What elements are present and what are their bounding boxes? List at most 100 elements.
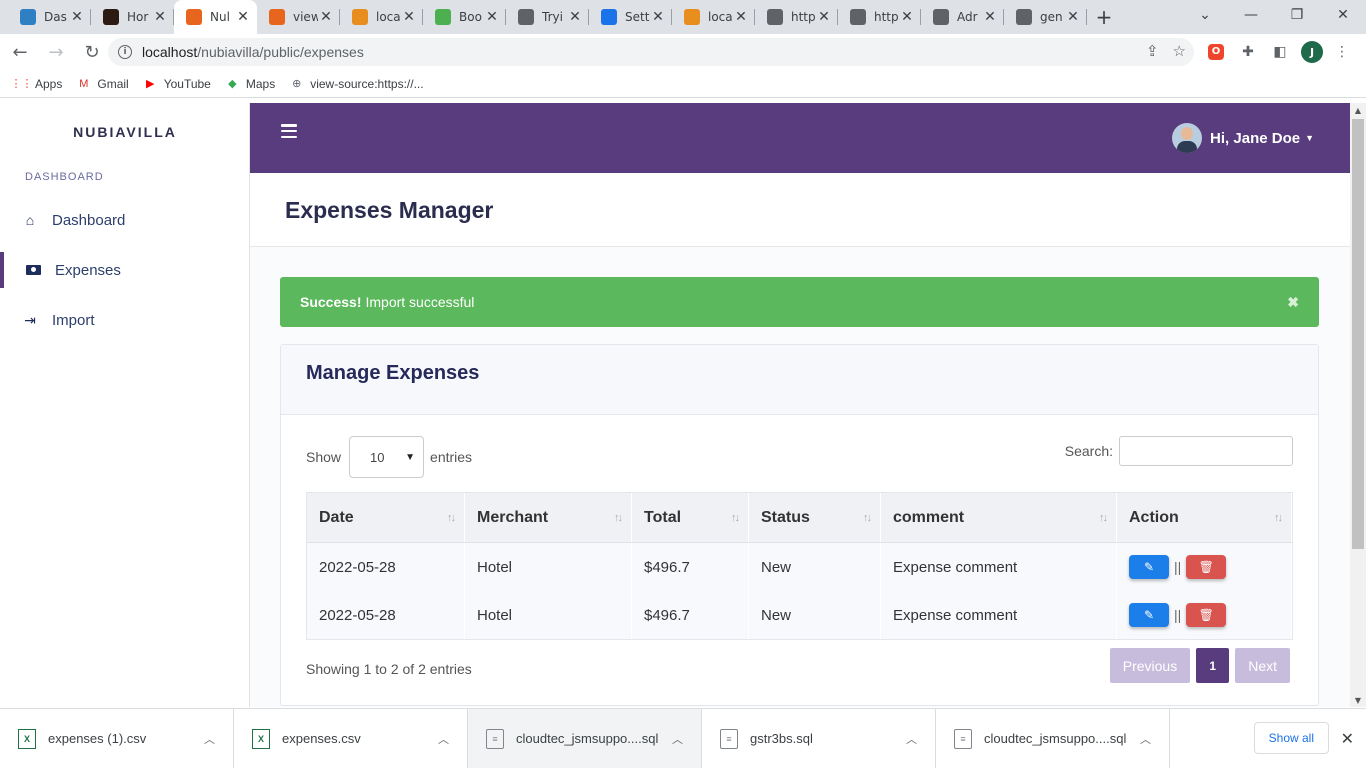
- download-item[interactable]: ≡ gstr3bs.sql ︿: [702, 708, 936, 768]
- page-length-select[interactable]: 10 ▼: [349, 436, 425, 478]
- scroll-down-arrow[interactable]: ▼: [1350, 693, 1366, 707]
- sidebar-section-label: DASHBOARD: [25, 171, 104, 183]
- bookmark-item[interactable]: ⋮⋮ Apps: [11, 76, 63, 91]
- browser-tab[interactable]: http ✕: [838, 0, 921, 34]
- forward-icon[interactable]: →: [40, 36, 72, 68]
- close-tab-icon[interactable]: ✕: [401, 9, 417, 25]
- close-download-shelf-icon[interactable]: ✕: [1341, 729, 1354, 749]
- site-info-icon[interactable]: i: [118, 45, 132, 59]
- user-menu[interactable]: Hi, Jane Doe ▼: [1172, 123, 1314, 153]
- browser-tab[interactable]: Boo ✕: [423, 0, 506, 34]
- download-item[interactable]: ≡ cloudtec_jsmsuppo....sql ︿: [936, 708, 1170, 768]
- download-item[interactable]: Xexpenses.csv ︿: [234, 708, 468, 768]
- sidebar-item-dashboard[interactable]: ⌂ Dashboard: [0, 202, 249, 238]
- page-header: Expenses Manager: [250, 173, 1350, 247]
- browser-tab[interactable]: Das ✕: [8, 0, 91, 34]
- bookmark-star-icon[interactable]: ☆: [1173, 42, 1186, 60]
- browser-tab[interactable]: loca ✕: [340, 0, 423, 34]
- browser-tab[interactable]: Sett ✕: [589, 0, 672, 34]
- delete-button[interactable]: 🗑: [1186, 603, 1227, 627]
- close-tab-icon[interactable]: ✕: [235, 9, 251, 25]
- menu-kebab-icon[interactable]: ⋮: [1332, 42, 1352, 62]
- column-header-date[interactable]: Date ↑↓: [307, 493, 465, 542]
- chevron-up-icon[interactable]: ︿: [672, 731, 683, 747]
- maximize-button[interactable]: ❐: [1274, 0, 1320, 30]
- previous-page-button[interactable]: Previous: [1109, 648, 1191, 683]
- scroll-thumb[interactable]: [1352, 119, 1364, 549]
- chevron-up-icon[interactable]: ︿: [1140, 731, 1151, 747]
- chevron-up-icon[interactable]: ︿: [438, 731, 449, 747]
- close-tab-icon[interactable]: ✕: [816, 9, 832, 25]
- close-tab-icon[interactable]: ✕: [650, 9, 666, 25]
- chevron-up-icon[interactable]: ︿: [204, 731, 215, 747]
- close-tab-icon[interactable]: ✕: [899, 9, 915, 25]
- browser-tab[interactable]: Tryi ✕: [506, 0, 589, 34]
- column-header-comment[interactable]: comment ↑↓: [881, 493, 1117, 542]
- download-filename: expenses.csv: [282, 731, 361, 746]
- alert-strong: Success!: [300, 294, 362, 310]
- side-panel-icon[interactable]: ◧: [1270, 42, 1290, 62]
- sidebar: NUBIAVILLA DASHBOARD ⌂ Dashboard Expense…: [0, 103, 250, 707]
- close-tab-icon[interactable]: ✕: [733, 9, 749, 25]
- close-window-button[interactable]: ✕: [1320, 0, 1366, 30]
- browser-tab[interactable]: gen ✕: [1004, 0, 1087, 34]
- edit-icon: ✎: [1143, 560, 1155, 574]
- browser-tab[interactable]: Hor ✕: [91, 0, 174, 34]
- browser-tab[interactable]: view ✕: [257, 0, 340, 34]
- column-header-merchant[interactable]: Merchant ↑↓: [465, 493, 632, 542]
- import-icon: ⇥: [24, 311, 36, 328]
- column-header-status[interactable]: Status ↑↓: [749, 493, 881, 542]
- close-tab-icon[interactable]: ✕: [484, 9, 500, 25]
- column-header-action[interactable]: Action ↑↓: [1117, 493, 1292, 542]
- close-icon[interactable]: ✖: [1287, 294, 1299, 311]
- extensions-puzzle-icon[interactable]: ✚: [1238, 42, 1258, 62]
- home-icon: ⌂: [25, 212, 35, 228]
- bookmark-item[interactable]: ◆ Maps: [225, 76, 275, 91]
- edit-button[interactable]: ✎: [1129, 603, 1169, 627]
- download-item[interactable]: Xexpenses (1).csv ︿: [0, 708, 234, 768]
- minimize-button[interactable]: —: [1228, 0, 1274, 30]
- share-icon[interactable]: ⇪: [1146, 42, 1159, 60]
- back-icon[interactable]: ←: [4, 36, 36, 68]
- delete-button[interactable]: 🗑: [1186, 555, 1227, 579]
- page-scrollbar[interactable]: ▲ ▼: [1350, 103, 1366, 707]
- brand-logo-text[interactable]: NUBIAVILLA: [0, 124, 250, 140]
- page-1-button[interactable]: 1: [1196, 648, 1230, 683]
- new-tab-button[interactable]: +: [1087, 0, 1121, 34]
- gear-icon: [601, 9, 617, 25]
- edit-icon: ✎: [1143, 608, 1155, 622]
- bookmark-item[interactable]: ⊕ view-source:https://...: [289, 76, 423, 91]
- close-tab-icon[interactable]: ✕: [982, 9, 998, 25]
- sidebar-item-import[interactable]: ⇥ Import: [0, 302, 249, 338]
- extension-opera-icon[interactable]: O: [1206, 42, 1226, 62]
- profile-avatar[interactable]: J: [1301, 41, 1323, 63]
- column-header-total[interactable]: Total ↑↓: [632, 493, 749, 542]
- search-input[interactable]: [1119, 436, 1293, 466]
- sidebar-item-expenses[interactable]: Expenses: [0, 252, 249, 288]
- download-filename: expenses (1).csv: [48, 731, 147, 746]
- address-bar[interactable]: i localhost/nubiavilla/public/expenses ⇪…: [108, 38, 1194, 66]
- close-tab-icon[interactable]: ✕: [152, 9, 168, 25]
- bookmark-item[interactable]: ▶ YouTube: [143, 76, 211, 91]
- hamburger-menu-icon[interactable]: [281, 124, 297, 138]
- close-tab-icon[interactable]: ✕: [567, 9, 583, 25]
- download-item[interactable]: ≡ cloudtec_jsmsuppo....sql ︿: [468, 708, 702, 768]
- browser-tab[interactable]: Adr ✕: [921, 0, 1004, 34]
- download-filename: cloudtec_jsmsuppo....sql: [984, 731, 1127, 746]
- tab-search-icon[interactable]: ⌄: [1182, 0, 1228, 30]
- close-tab-icon[interactable]: ✕: [1065, 9, 1081, 25]
- browser-tab[interactable]: Nul ✕: [174, 0, 257, 34]
- browser-tab[interactable]: loca ✕: [672, 0, 755, 34]
- page-length-value: 10: [370, 449, 385, 465]
- close-tab-icon[interactable]: ✕: [318, 9, 334, 25]
- browser-tab[interactable]: http ✕: [755, 0, 838, 34]
- show-all-downloads-button[interactable]: Show all: [1253, 722, 1329, 754]
- chevron-up-icon[interactable]: ︿: [906, 731, 917, 747]
- close-tab-icon[interactable]: ✕: [69, 9, 85, 25]
- edit-button[interactable]: ✎: [1129, 555, 1169, 579]
- next-page-button[interactable]: Next: [1235, 648, 1290, 683]
- scroll-up-arrow[interactable]: ▲: [1350, 103, 1366, 117]
- bookmark-item[interactable]: M Gmail: [76, 76, 128, 91]
- reload-icon[interactable]: ↻: [76, 36, 108, 68]
- search-label: Search:: [1064, 443, 1113, 459]
